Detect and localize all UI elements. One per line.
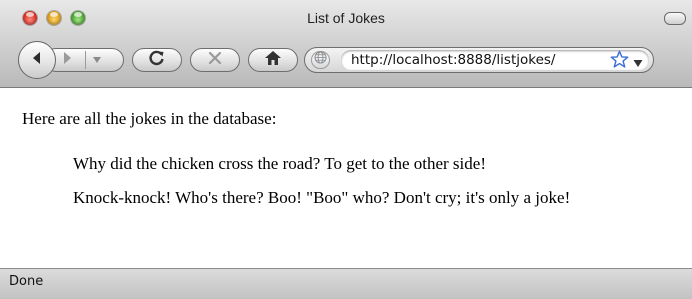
joke-item: Knock-knock! Who's there? Boo! "Boo" who… bbox=[73, 188, 571, 207]
browser-chrome: List of Jokes http://localhost:8888/list… bbox=[0, 0, 692, 88]
address-bar: http://localhost:8888/listjokes/ bbox=[304, 47, 654, 73]
back-button[interactable] bbox=[18, 41, 56, 79]
star-icon[interactable] bbox=[610, 50, 629, 74]
stop-icon bbox=[207, 50, 223, 71]
toolbar-toggle-button[interactable] bbox=[664, 12, 686, 25]
status-bar: Done bbox=[0, 268, 692, 299]
toolbar-separator bbox=[85, 51, 86, 69]
back-arrow-icon bbox=[29, 50, 45, 71]
reload-icon bbox=[148, 49, 166, 72]
stop-button[interactable] bbox=[190, 48, 240, 72]
site-identity-button[interactable] bbox=[311, 51, 330, 69]
home-button[interactable] bbox=[248, 48, 298, 72]
globe-icon bbox=[314, 51, 327, 69]
page-content: Here are all the jokes in the database: … bbox=[0, 89, 692, 267]
status-text: Done bbox=[9, 274, 44, 289]
home-icon bbox=[264, 50, 282, 71]
intro-text: Here are all the jokes in the database: bbox=[22, 109, 277, 128]
url-text: http://localhost:8888/listjokes/ bbox=[351, 52, 556, 68]
url-input[interactable]: http://localhost:8888/listjokes/ bbox=[341, 50, 649, 70]
window-title: List of Jokes bbox=[307, 10, 385, 26]
browser-window: List of Jokes http://localhost:8888/list… bbox=[0, 0, 692, 299]
forward-arrow-icon bbox=[61, 51, 75, 70]
forward-button[interactable] bbox=[44, 48, 124, 72]
joke-item: Why did the chicken cross the road? To g… bbox=[73, 154, 486, 173]
reload-button[interactable] bbox=[132, 48, 182, 72]
joke-list: Why did the chicken cross the road? To g… bbox=[73, 153, 663, 221]
dropdown-arrow-icon[interactable] bbox=[633, 55, 643, 73]
history-dropdown-icon[interactable] bbox=[92, 51, 102, 69]
